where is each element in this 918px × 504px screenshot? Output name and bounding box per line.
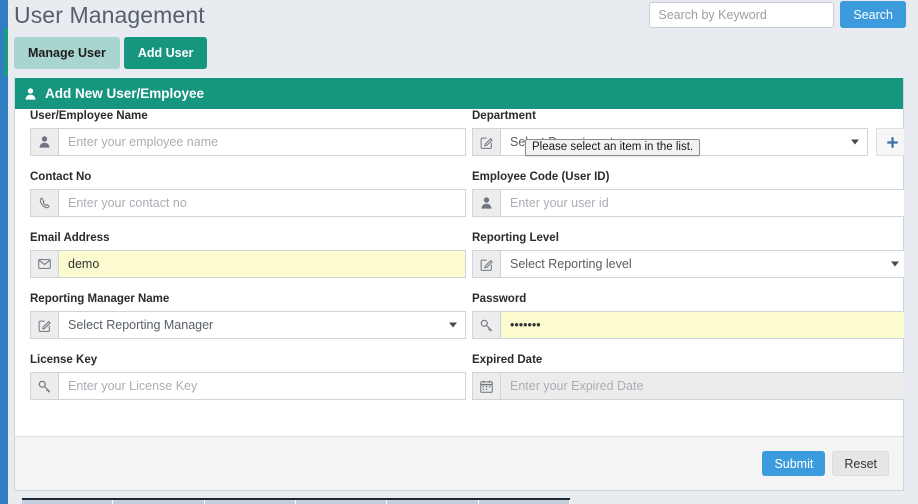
reporting-manager-select[interactable]: Select Reporting Manager <box>58 311 466 339</box>
input-group <box>30 189 466 217</box>
field-label: Employee Code (User ID) <box>472 171 610 183</box>
table-peek-cell <box>296 500 388 504</box>
contact-no-input[interactable] <box>58 189 466 217</box>
input-group: Select Reporting level <box>472 250 908 278</box>
chevron-down-icon <box>891 261 899 267</box>
reset-button[interactable]: Reset <box>832 451 889 476</box>
search-bar: Search <box>649 1 906 28</box>
envelope-icon <box>30 250 58 278</box>
field-expired-date: Expired Date <box>472 353 908 400</box>
key-icon <box>472 311 500 339</box>
page-right-margin <box>904 78 918 491</box>
field-label: Password <box>472 293 527 305</box>
field-contact-no: Contact No <box>30 170 466 217</box>
input-group <box>30 372 466 400</box>
panel-title: Add New User/Employee <box>45 86 205 101</box>
table-peek-cell <box>387 500 479 504</box>
form-column-right: Department Select Department <box>472 109 908 414</box>
search-input[interactable] <box>649 1 835 28</box>
input-group <box>30 128 466 156</box>
field-label: Department <box>472 110 536 122</box>
page-title: User Management <box>14 2 205 28</box>
field-department: Department Select Department <box>472 109 908 156</box>
field-label: Email Address <box>30 232 110 244</box>
input-group <box>472 311 908 339</box>
input-group: Select Reporting Manager <box>30 311 466 339</box>
field-employee-code: Employee Code (User ID) <box>472 170 908 217</box>
field-label: User/Employee Name <box>30 110 148 122</box>
key-icon <box>30 372 58 400</box>
tab-add-user[interactable]: Add User <box>123 37 208 69</box>
field-label: License Key <box>30 354 98 366</box>
reporting-level-select[interactable]: Select Reporting level <box>500 250 908 278</box>
table-peek-cell <box>113 500 205 504</box>
input-group <box>30 250 466 278</box>
select-value: Select Reporting Manager <box>68 318 214 332</box>
expired-date-input[interactable] <box>500 372 908 400</box>
field-password: Password <box>472 292 908 339</box>
form-column-left: User/Employee Name Contact No <box>30 109 466 414</box>
search-button[interactable]: Search <box>840 1 906 28</box>
field-reporting-level: Reporting Level Select Reporting level <box>472 231 908 278</box>
form-body: User/Employee Name Contact No <box>15 109 908 400</box>
employee-name-input[interactable] <box>58 128 466 156</box>
user-icon <box>25 87 36 100</box>
field-email-address: Email Address <box>30 231 466 278</box>
plus-icon <box>886 136 898 148</box>
select-value: Select Reporting level <box>510 257 632 271</box>
calendar-icon <box>472 372 500 400</box>
field-user-employee-name: User/Employee Name <box>30 109 466 156</box>
table-peek-cell <box>479 500 570 504</box>
tab-manage-user[interactable]: Manage User <box>14 37 120 69</box>
license-key-input[interactable] <box>58 372 466 400</box>
field-label: Expired Date <box>472 354 543 366</box>
chevron-down-icon <box>851 139 859 145</box>
phone-icon <box>30 189 58 217</box>
chevron-down-icon <box>449 322 457 328</box>
background-table-peek <box>22 498 570 504</box>
input-group <box>472 372 908 400</box>
field-label: Reporting Level <box>472 232 559 244</box>
table-peek-cell <box>205 500 296 504</box>
department-validation-tooltip: Please select an item in the list. <box>525 139 701 156</box>
tab-bar: Manage User Add User <box>14 37 208 69</box>
submit-button[interactable]: Submit <box>762 451 826 476</box>
table-peek-cell <box>22 500 114 504</box>
pencil-square-icon <box>472 128 500 156</box>
input-group <box>472 189 908 217</box>
panel-footer: Submit Reset <box>15 436 903 490</box>
field-label: Contact No <box>30 171 92 183</box>
password-input[interactable] <box>500 311 908 339</box>
pencil-square-icon <box>472 250 500 278</box>
employee-code-input[interactable] <box>500 189 908 217</box>
pencil-square-icon <box>30 311 58 339</box>
field-label: Reporting Manager Name <box>30 293 170 305</box>
user-icon <box>30 128 58 156</box>
field-reporting-manager-name: Reporting Manager Name Select Reporting … <box>30 292 466 339</box>
email-address-input[interactable] <box>58 250 466 278</box>
user-management-page: User Management Search Manage User Add U… <box>0 0 918 504</box>
panel-header: Add New User/Employee <box>15 78 903 109</box>
field-license-key: License Key <box>30 353 466 400</box>
user-icon <box>472 189 500 217</box>
add-user-panel: Add New User/Employee User/Employee Name <box>14 78 908 491</box>
